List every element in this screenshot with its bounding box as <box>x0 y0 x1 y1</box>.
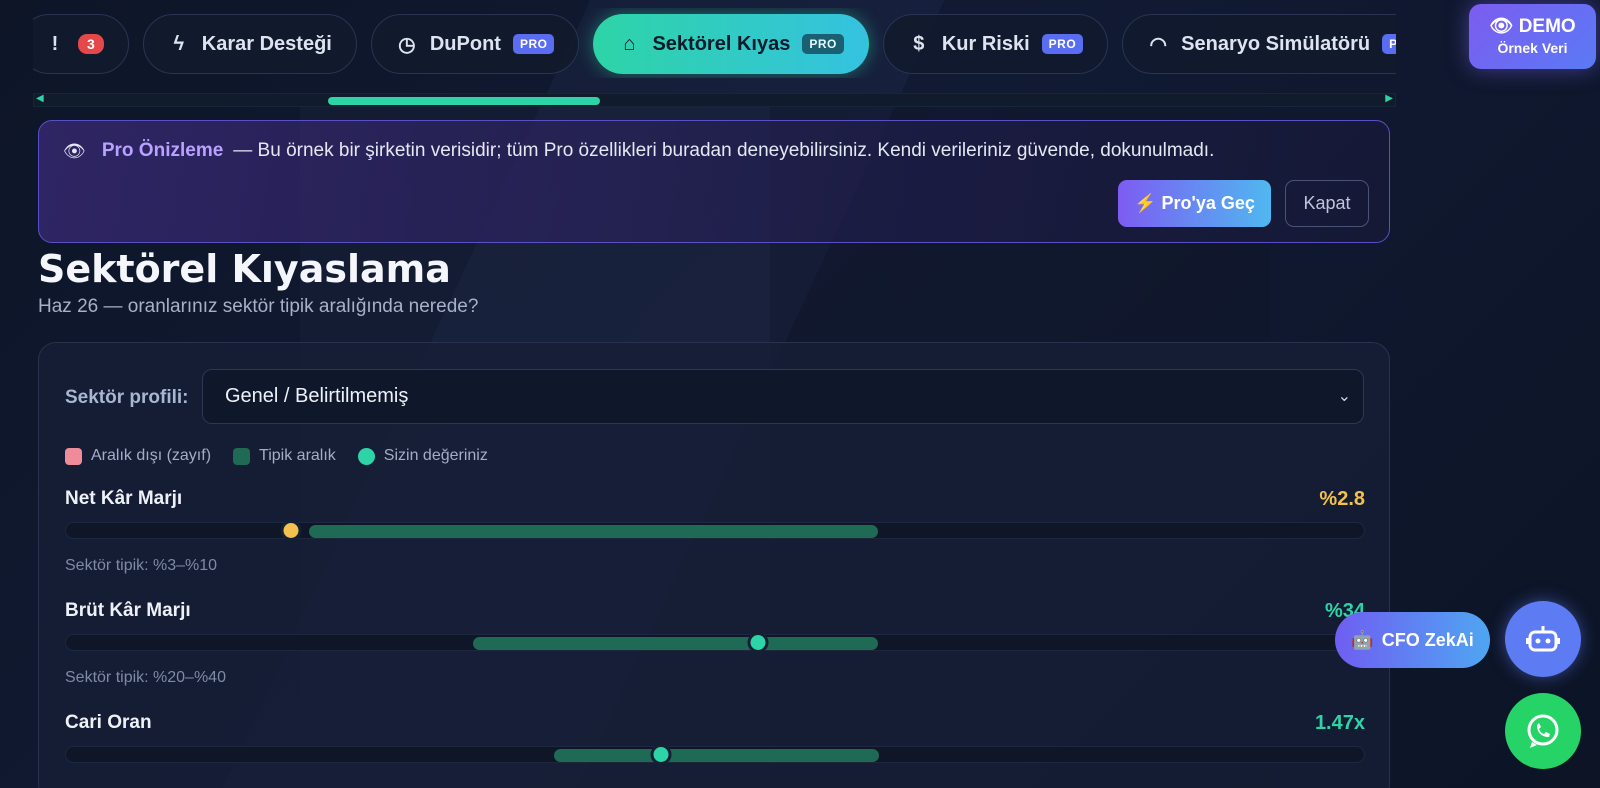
tab-sektörel-kıyas[interactable]: ⌂ Sektörel Kıyas PRO <box>593 14 869 74</box>
bank-icon: ⌂ <box>623 32 636 55</box>
metric-value: 1.47x <box>1314 712 1365 734</box>
upgrade-label: Pro'ya Geç <box>1161 193 1255 213</box>
metric-track <box>65 744 1365 765</box>
bolt-icon: ⚡ <box>1134 193 1157 213</box>
gauge-icon: ◠ <box>1149 33 1167 56</box>
pro-badge: PRO <box>1041 34 1084 54</box>
dollar-icon: $ <box>913 32 925 55</box>
typical-range-bar <box>553 749 879 762</box>
sector-profile-label: Sektör profili: <box>65 387 189 408</box>
benchmark-card: Sektör profili: Genel / Belirtilmemiş ⌄ … <box>38 342 1390 788</box>
pro-badge: PRO <box>1382 34 1396 54</box>
metric-name: Cari Oran <box>65 712 152 733</box>
tab-label: Sektörel Kıyas <box>652 32 791 55</box>
module-tab-strip: ! 3 ϟ Karar Desteği ◷ DuPont PRO ⌂ Sektörel Kıya… <box>33 8 1396 78</box>
typical-range-bar <box>309 525 879 538</box>
value-marker <box>280 520 302 541</box>
robot-icon <box>1526 626 1560 652</box>
pro-badge: PRO <box>802 34 844 54</box>
eye-icon: 👁 <box>1489 16 1514 37</box>
tab-label: Karar Desteği <box>201 32 332 55</box>
pro-badge: PRO <box>512 34 555 54</box>
cfo-label: CFO ZekAi <box>1381 629 1474 650</box>
whatsapp-icon <box>1527 714 1559 748</box>
value-marker <box>747 632 769 653</box>
banner-title: Pro Önizleme <box>101 140 224 161</box>
legend: Aralık dışı (zayıf) Tipik aralık Sizin değ… <box>65 447 488 465</box>
metric-name: Brüt Kâr Marjı <box>65 600 191 621</box>
metric-typical-range: Sektör tipik: %20–%40 <box>65 669 226 686</box>
tab-label: Senaryo Simülatörü <box>1181 32 1371 55</box>
tab-dupont[interactable]: ◷ DuPont PRO <box>370 14 580 74</box>
sector-selected-value: Genel / Belirtilmemiş <box>225 385 409 407</box>
legend-label: Sizin değeriniz <box>383 447 488 464</box>
chatbot-button[interactable] <box>1505 601 1581 677</box>
legend-swatch <box>65 447 82 465</box>
metric-typical-range: Sektör tipik: %3–%10 <box>65 557 218 574</box>
tab-kur-riski[interactable]: $ Kur Riski PRO <box>882 14 1109 74</box>
robot-face-icon: 🤖 <box>1351 629 1374 650</box>
tab-label: Kur Riski <box>941 32 1030 55</box>
tab-label: DuPont <box>429 32 501 55</box>
banner-message: — Bu örnek bir şirketin verisidir; tüm P… <box>233 140 1215 161</box>
bolt-icon: ϟ <box>173 32 185 55</box>
close-banner-button[interactable]: Kapat <box>1285 180 1369 227</box>
legend-item: Tipik aralık <box>233 447 336 465</box>
tab-karar-desteği[interactable]: ϟ Karar Desteği <box>142 14 357 74</box>
eye-icon: 👁 <box>63 140 86 161</box>
scroll-right-arrow-icon[interactable]: ▶ <box>1385 93 1393 104</box>
pro-preview-banner: 👁 Pro Önizleme — Bu örnek bir şirketin v… <box>38 120 1390 243</box>
count-badge: 3 <box>78 34 104 54</box>
sector-profile-select[interactable]: Genel / Belirtilmemiş ⌄ <box>202 369 1364 424</box>
tab-scrollbar[interactable]: ◀ ▶ <box>33 93 1396 107</box>
legend-label: Aralık dışı (zayıf) <box>91 447 212 464</box>
legend-item: Aralık dışı (zayıf) <box>65 447 211 465</box>
tab-alerts[interactable]: ! 3 <box>33 14 129 74</box>
tab-senaryo-simülatörü[interactable]: ◠ Senaryo Simülatörü PRO <box>1122 14 1396 74</box>
metric-name: Net Kâr Marjı <box>65 488 183 509</box>
metric-track <box>65 520 1365 541</box>
metric-value: %2.8 <box>1319 488 1365 510</box>
demo-mode-button[interactable]: 👁 DEMO Örnek Veri <box>1469 4 1596 69</box>
upgrade-pro-button[interactable]: ⚡ Pro'ya Geç <box>1118 180 1271 227</box>
demo-title: DEMO <box>1518 16 1576 37</box>
whatsapp-button[interactable] <box>1505 693 1581 769</box>
legend-swatch <box>233 447 251 465</box>
typical-range-bar <box>472 637 879 650</box>
chevron-down-icon: ⌄ <box>1337 388 1351 405</box>
tab-scrollbar-thumb[interactable] <box>328 97 600 105</box>
metric-track <box>65 632 1365 653</box>
legend-label: Tipik aralık <box>259 447 336 464</box>
alert-icon: ! <box>51 32 59 55</box>
legend-swatch <box>357 447 375 465</box>
scroll-left-arrow-icon[interactable]: ◀ <box>36 93 44 104</box>
cfo-zekai-button[interactable]: 🤖 CFO ZekAi <box>1335 612 1490 668</box>
demo-subtitle: Örnek Veri <box>1497 40 1568 56</box>
page-title: Sektörel Kıyaslama <box>38 247 451 291</box>
clock-icon: ◷ <box>398 33 416 56</box>
value-marker <box>650 744 672 765</box>
page-subtitle: Haz 26 — oranlarınız sektör tipik aralığ… <box>38 296 479 317</box>
legend-item: Sizin değeriniz <box>357 447 488 465</box>
